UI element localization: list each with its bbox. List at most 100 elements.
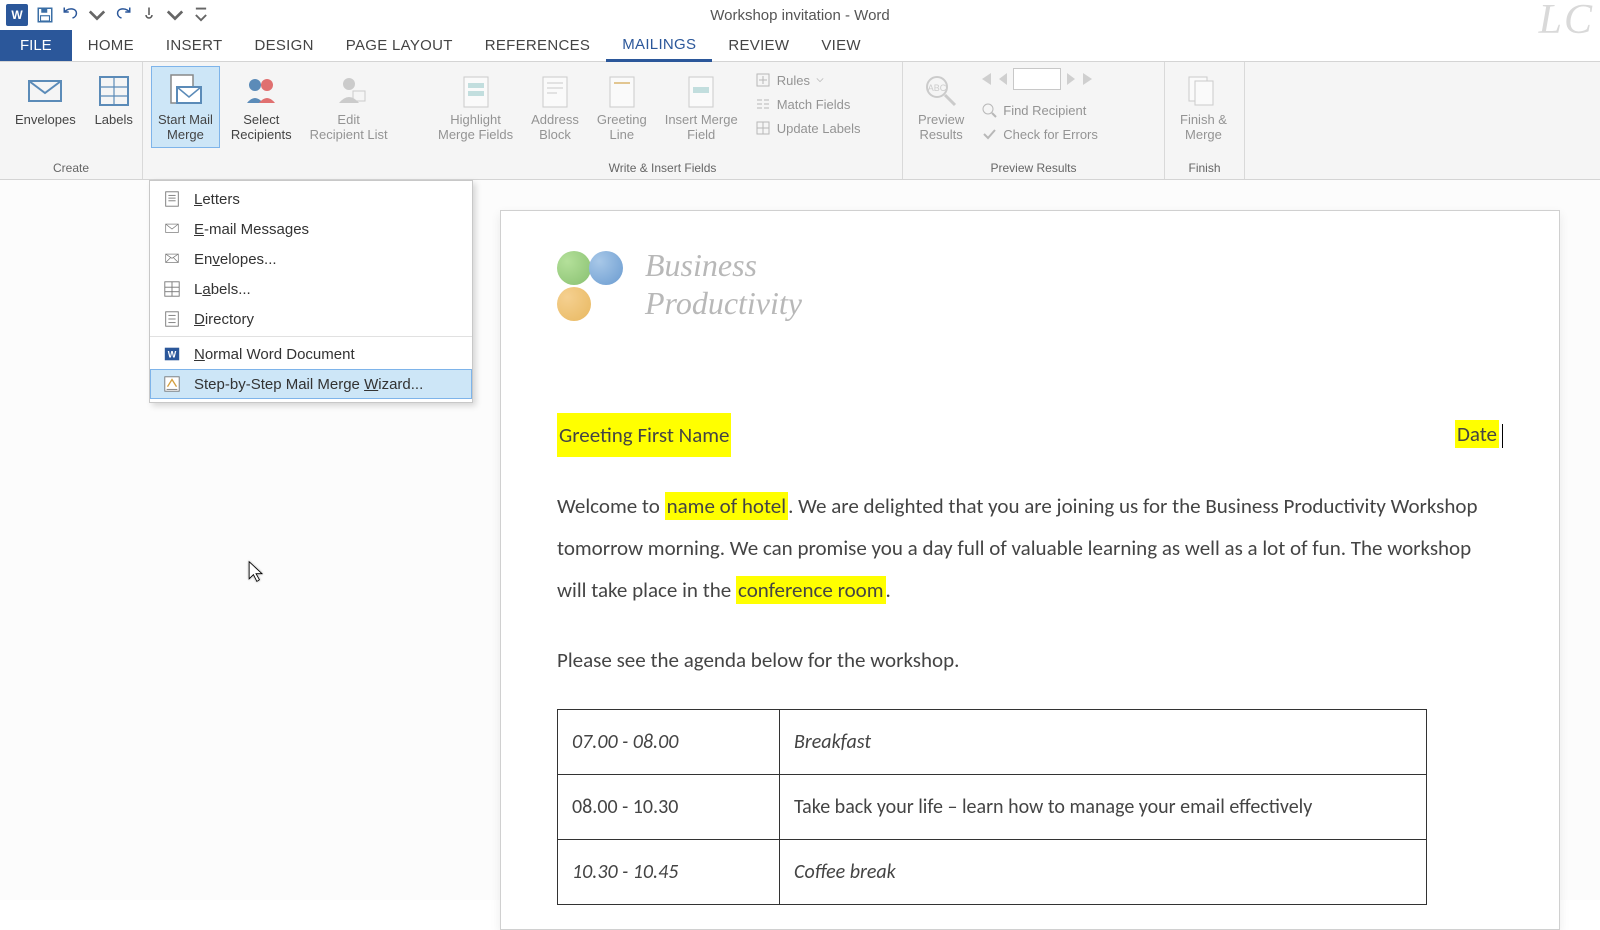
edit-list-icon <box>329 71 369 111</box>
finish-merge-button[interactable]: Finish & Merge <box>1173 66 1234 148</box>
dd-email[interactable]: E-mail Messages <box>150 214 472 244</box>
envelope-icon <box>25 71 65 111</box>
customize-qat-icon[interactable] <box>192 6 210 24</box>
agenda-table[interactable]: 07.00 - 08.00 Breakfast 08.00 - 10.30 Ta… <box>557 709 1427 905</box>
dd-letters[interactable]: Letters <box>150 184 472 214</box>
text-cursor <box>1502 424 1503 448</box>
recipients-icon <box>241 71 281 111</box>
undo-icon[interactable] <box>62 6 80 24</box>
record-number-input[interactable] <box>1013 68 1061 90</box>
title-bar: W Workshop invitation - Word LC <box>0 0 1600 30</box>
dd-wizard[interactable]: Step-by-Step Mail Merge Wizard... <box>150 369 472 399</box>
word-doc-icon: W <box>162 345 182 363</box>
svg-text:ABC: ABC <box>928 83 947 93</box>
group-finish: Finish & Merge Finish <box>1165 62 1245 179</box>
tab-home[interactable]: HOME <box>72 30 150 61</box>
preview-results-button[interactable]: ABC Preview Results <box>911 66 971 148</box>
paragraph-2[interactable]: Please see the agenda below for the work… <box>557 639 1503 681</box>
insert-merge-field-button[interactable]: Insert Merge Field <box>658 66 745 148</box>
match-fields-label: Match Fields <box>777 97 851 112</box>
paragraph-1[interactable]: Welcome to name of hotel. We are delight… <box>557 485 1503 611</box>
tab-page-layout[interactable]: PAGE LAYOUT <box>330 30 469 61</box>
company-logo: Business Productivity <box>557 246 1503 323</box>
dd-directory[interactable]: Directory <box>150 304 472 334</box>
email-icon <box>162 220 182 238</box>
agenda-item[interactable]: Breakfast <box>780 709 1427 774</box>
table-row[interactable]: 10.30 - 10.45 Coffee break <box>558 839 1427 904</box>
edit-recipient-list-button[interactable]: Edit Recipient List <box>303 66 395 148</box>
redo-icon[interactable] <box>114 6 132 24</box>
tab-mailings[interactable]: MAILINGS <box>606 30 712 62</box>
prev-record-icon[interactable] <box>997 71 1009 87</box>
greeting-line-button[interactable]: Greeting Line <box>590 66 654 148</box>
rules-button[interactable]: Rules <box>751 70 865 90</box>
hotel-merge-field[interactable]: name of hotel <box>665 492 788 520</box>
preview-results-label: Preview Results <box>918 113 964 143</box>
date-merge-field[interactable]: Date <box>1455 420 1499 448</box>
dd-labels[interactable]: Labels... <box>150 274 472 304</box>
agenda-time[interactable]: 07.00 - 08.00 <box>558 709 780 774</box>
record-navigation <box>977 68 1102 90</box>
match-fields-button[interactable]: Match Fields <box>751 94 865 114</box>
document-icon <box>162 190 182 208</box>
edit-recipient-list-label: Edit Recipient List <box>310 113 388 143</box>
ribbon-tabs: FILE HOME INSERT DESIGN PAGE LAYOUT REFE… <box>0 30 1600 62</box>
dd-normal[interactable]: W Normal Word Document <box>150 336 472 369</box>
room-merge-field[interactable]: conference room <box>736 576 886 604</box>
envelope-small-icon <box>162 250 182 268</box>
word-app-icon: W <box>6 4 28 26</box>
highlight-merge-fields-button[interactable]: Highlight Merge Fields <box>431 66 520 148</box>
dd-envelopes[interactable]: Envelopes... <box>150 244 472 274</box>
rules-icon <box>755 72 771 88</box>
tab-references[interactable]: REFERENCES <box>469 30 607 61</box>
check-icon <box>981 126 997 142</box>
mouse-cursor <box>247 560 265 587</box>
touch-mode-icon[interactable] <box>140 6 158 24</box>
next-record-icon[interactable] <box>1065 71 1077 87</box>
labels-button[interactable]: Labels <box>87 66 141 133</box>
document-body[interactable]: Greeting First Name Date Welcome to name… <box>557 413 1503 905</box>
check-errors-label: Check for Errors <box>1003 127 1098 142</box>
start-mail-merge-dropdown: Letters E-mail Messages Envelopes... Lab… <box>149 180 473 403</box>
rules-label: Rules <box>777 73 810 88</box>
svg-text:W: W <box>168 350 177 360</box>
table-row[interactable]: 07.00 - 08.00 Breakfast <box>558 709 1427 774</box>
group-create-label: Create <box>6 159 136 179</box>
find-recipient-button[interactable]: Find Recipient <box>977 100 1102 120</box>
last-record-icon[interactable] <box>1081 71 1097 87</box>
search-icon <box>981 102 997 118</box>
find-recipient-label: Find Recipient <box>1003 103 1086 118</box>
table-row[interactable]: 08.00 - 10.30 Take back your life – lear… <box>558 774 1427 839</box>
update-labels-button[interactable]: Update Labels <box>751 118 865 138</box>
logo-graphic <box>557 249 627 319</box>
check-errors-button[interactable]: Check for Errors <box>977 124 1102 144</box>
undo-dropdown-icon[interactable] <box>88 6 106 24</box>
highlight-merge-fields-label: Highlight Merge Fields <box>438 113 513 143</box>
touch-dropdown-icon[interactable] <box>166 6 184 24</box>
update-labels-label: Update Labels <box>777 121 861 136</box>
greeting-line-label: Greeting Line <box>597 113 647 143</box>
wizard-icon <box>162 375 182 393</box>
address-icon <box>535 71 575 111</box>
agenda-item[interactable]: Take back your life – learn how to manag… <box>780 774 1427 839</box>
agenda-time[interactable]: 08.00 - 10.30 <box>558 774 780 839</box>
document-page[interactable]: Business Productivity Greeting First Nam… <box>500 210 1560 930</box>
select-recipients-button[interactable]: Select Recipients <box>224 66 299 148</box>
envelopes-button[interactable]: Envelopes <box>8 66 83 133</box>
agenda-time[interactable]: 10.30 - 10.45 <box>558 839 780 904</box>
tab-review[interactable]: REVIEW <box>712 30 805 61</box>
first-record-icon[interactable] <box>977 71 993 87</box>
start-mail-merge-button[interactable]: Start Mail Merge <box>151 66 220 148</box>
greeting-merge-field[interactable]: Greeting First Name <box>557 413 731 457</box>
save-icon[interactable] <box>36 6 54 24</box>
tab-view[interactable]: VIEW <box>805 30 877 61</box>
select-recipients-label: Select Recipients <box>231 113 292 143</box>
tab-design[interactable]: DESIGN <box>238 30 329 61</box>
preview-icon: ABC <box>921 71 961 111</box>
agenda-item[interactable]: Coffee break <box>780 839 1427 904</box>
address-block-button[interactable]: Address Block <box>524 66 586 148</box>
mail-merge-icon <box>165 71 205 111</box>
tab-file[interactable]: FILE <box>0 30 72 61</box>
group-preview: ABC Preview Results Find Recipient C <box>903 62 1165 179</box>
tab-insert[interactable]: INSERT <box>150 30 239 61</box>
